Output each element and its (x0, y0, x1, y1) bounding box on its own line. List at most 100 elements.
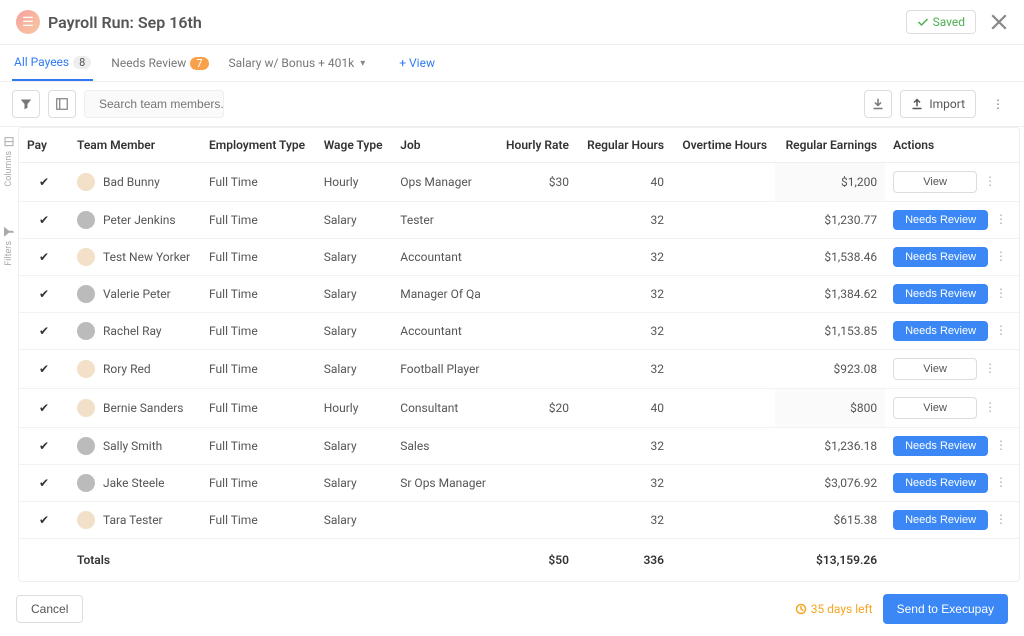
wage-type-cell: Salary (316, 313, 393, 350)
hourly-rate-cell (496, 502, 577, 539)
row-action-button[interactable]: View (893, 171, 977, 193)
row-menu-button[interactable]: ⋮ (980, 174, 1000, 188)
pay-check-icon[interactable]: ✔ (39, 175, 49, 189)
col-employment-type[interactable]: Employment Type (201, 128, 316, 163)
tab-needs-review[interactable]: Needs Review 7 (109, 46, 210, 80)
pay-check-icon[interactable]: ✔ (39, 476, 49, 490)
wage-type-cell: Salary (316, 502, 393, 539)
team-member-cell[interactable]: Test New Yorker (77, 248, 193, 266)
cancel-button[interactable]: Cancel (16, 595, 83, 623)
member-name: Bernie Sanders (103, 401, 183, 415)
col-regular-hours[interactable]: Regular Hours (577, 128, 672, 163)
days-left-text: 35 days left (811, 602, 873, 616)
row-menu-button[interactable]: ⋮ (991, 438, 1011, 452)
employment-type-cell: Full Time (201, 350, 316, 389)
job-cell (392, 502, 496, 539)
avatar (77, 360, 95, 378)
row-menu-button[interactable]: ⋮ (980, 361, 1000, 375)
table-row[interactable]: ✔Rachel RayFull TimeSalaryAccountant32$1… (19, 313, 1019, 350)
col-team-member[interactable]: Team Member (69, 128, 201, 163)
pay-check-icon[interactable]: ✔ (39, 287, 49, 301)
pay-check-icon[interactable]: ✔ (39, 250, 49, 264)
send-to-execupay-button[interactable]: Send to Execupay (883, 594, 1008, 624)
row-menu-button[interactable]: ⋮ (991, 249, 1011, 263)
member-name: Rory Red (103, 362, 151, 376)
filter-icon (20, 98, 32, 110)
layout-button[interactable] (48, 90, 76, 118)
pay-check-icon[interactable]: ✔ (39, 362, 49, 376)
table-row[interactable]: ✔Tara TesterFull TimeSalary32$615.38Need… (19, 502, 1019, 539)
team-member-cell[interactable]: Valerie Peter (77, 285, 193, 303)
table-row[interactable]: ✔Peter JenkinsFull TimeSalaryTester32$1,… (19, 202, 1019, 239)
row-action-button[interactable]: View (893, 358, 977, 380)
tab-all-payees[interactable]: All Payees 8 (12, 45, 93, 81)
overtime-hours-cell (672, 465, 775, 502)
row-menu-button[interactable]: ⋮ (991, 323, 1011, 337)
table-row[interactable]: ✔Test New YorkerFull TimeSalaryAccountan… (19, 239, 1019, 276)
col-pay[interactable]: Pay (19, 128, 69, 163)
team-member-cell[interactable]: Peter Jenkins (77, 211, 193, 229)
member-name: Test New Yorker (103, 250, 190, 264)
avatar (77, 322, 95, 340)
table-row[interactable]: ✔Bernie SandersFull TimeHourlyConsultant… (19, 389, 1019, 428)
tab-salary-view[interactable]: Salary w/ Bonus + 401k ▾ (227, 46, 368, 80)
pay-check-icon[interactable]: ✔ (39, 213, 49, 227)
pay-check-icon[interactable]: ✔ (39, 439, 49, 453)
table-row[interactable]: ✔Sally SmithFull TimeSalarySales32$1,236… (19, 428, 1019, 465)
team-member-cell[interactable]: Jake Steele (77, 474, 193, 492)
row-menu-button[interactable]: ⋮ (991, 212, 1011, 226)
table-row[interactable]: ✔Valerie PeterFull TimeSalaryManager Of … (19, 276, 1019, 313)
filter-button[interactable] (12, 90, 40, 118)
row-action-button[interactable]: Needs Review (893, 473, 988, 493)
row-menu-button[interactable]: ⋮ (991, 286, 1011, 300)
team-member-cell[interactable]: Rachel Ray (77, 322, 193, 340)
more-menu-button[interactable]: ⋮ (984, 90, 1012, 118)
table-row[interactable]: ✔Jake SteeleFull TimeSalarySr Ops Manage… (19, 465, 1019, 502)
table-row[interactable]: ✔Bad BunnyFull TimeHourlyOps Manager$304… (19, 163, 1019, 202)
row-action-button[interactable]: View (893, 397, 977, 419)
row-action-button[interactable]: Needs Review (893, 510, 988, 530)
row-action-button[interactable]: Needs Review (893, 436, 988, 456)
import-button[interactable]: Import (900, 90, 976, 118)
team-member-cell[interactable]: Sally Smith (77, 437, 193, 455)
col-wage-type[interactable]: Wage Type (316, 128, 393, 163)
team-member-cell[interactable]: Bad Bunny (77, 173, 193, 191)
job-cell: Manager Of Qa (392, 276, 496, 313)
page-title: Payroll Run: Sep 16th (48, 13, 906, 32)
pay-check-icon[interactable]: ✔ (39, 324, 49, 338)
close-icon[interactable] (990, 13, 1008, 31)
add-view-button[interactable]: + View (397, 46, 437, 80)
search-input-wrap[interactable] (84, 90, 224, 118)
job-cell: Ops Manager (392, 163, 496, 202)
col-hourly-rate[interactable]: Hourly Rate (496, 128, 577, 163)
search-input[interactable] (99, 97, 254, 111)
row-menu-button[interactable]: ⋮ (991, 512, 1011, 526)
filters-panel-toggle[interactable]: Filters (4, 227, 14, 266)
row-menu-button[interactable]: ⋮ (980, 400, 1000, 414)
avatar (77, 285, 95, 303)
pay-check-icon[interactable]: ✔ (39, 401, 49, 415)
row-menu-button[interactable]: ⋮ (991, 475, 1011, 489)
employment-type-cell: Full Time (201, 502, 316, 539)
team-member-cell[interactable]: Rory Red (77, 360, 193, 378)
columns-panel-toggle[interactable]: Columns (4, 137, 14, 187)
tab-badge: 7 (190, 57, 208, 70)
pay-check-icon[interactable]: ✔ (39, 513, 49, 527)
avatar (77, 474, 95, 492)
row-action-button[interactable]: Needs Review (893, 321, 988, 341)
employment-type-cell: Full Time (201, 465, 316, 502)
team-member-cell[interactable]: Tara Tester (77, 511, 193, 529)
col-overtime-hours[interactable]: Overtime Hours (672, 128, 775, 163)
table-row[interactable]: ✔Rory RedFull TimeSalaryFootball Player3… (19, 350, 1019, 389)
download-button[interactable] (864, 90, 892, 118)
row-action-button[interactable]: Needs Review (893, 210, 988, 230)
col-job[interactable]: Job (392, 128, 496, 163)
avatar (77, 173, 95, 191)
team-member-cell[interactable]: Bernie Sanders (77, 399, 193, 417)
saved-status-button[interactable]: Saved (906, 10, 976, 34)
regular-hours-cell: 40 (577, 163, 672, 202)
row-action-button[interactable]: Needs Review (893, 247, 988, 267)
col-regular-earnings[interactable]: Regular Earnings (775, 128, 885, 163)
row-action-button[interactable]: Needs Review (893, 284, 988, 304)
overtime-hours-cell (672, 389, 775, 428)
